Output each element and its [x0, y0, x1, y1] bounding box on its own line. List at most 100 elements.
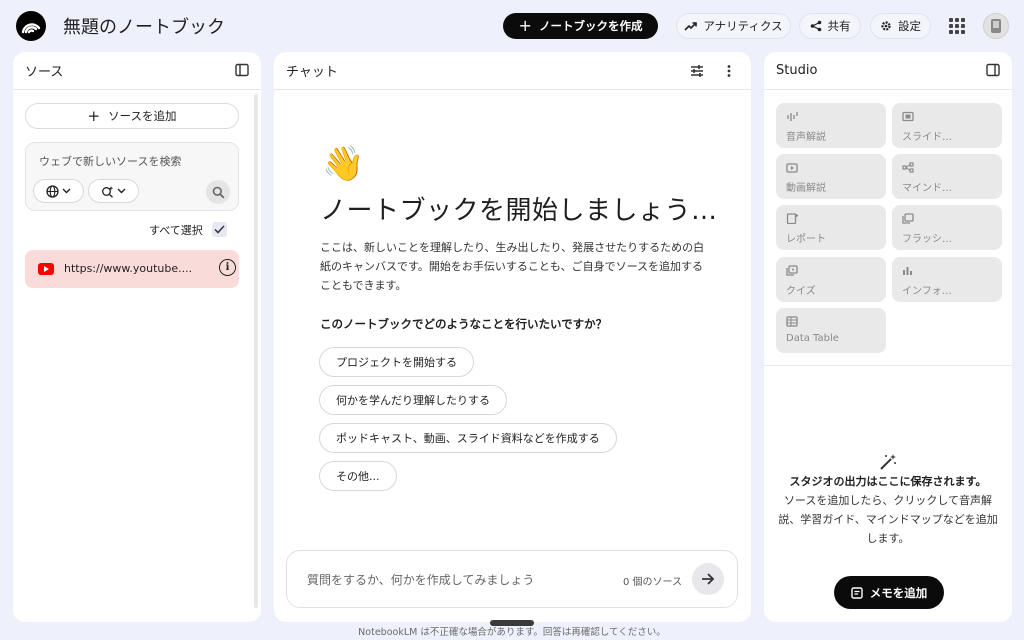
source-search-box[interactable]: ウェブで新しいソースを検索 — [25, 142, 239, 211]
tile-label: マインド… — [902, 183, 952, 194]
video-icon — [786, 163, 798, 173]
arrow-right-icon — [702, 573, 715, 585]
suggestion-chip[interactable]: その他... — [319, 461, 397, 491]
youtube-icon — [38, 263, 54, 275]
share-button[interactable]: 共有 — [799, 13, 861, 39]
checkmark-icon — [214, 225, 225, 234]
suggestion-chip[interactable]: ポッドキャスト、動画、スライド資料などを作成する — [319, 423, 617, 453]
select-all-checkbox[interactable] — [212, 222, 227, 237]
mindmap-tile[interactable]: マインド… — [892, 154, 1002, 199]
sources-header: ソース — [13, 52, 261, 90]
more-vert-icon[interactable] — [727, 64, 731, 78]
studio-empty-title: スタジオの出力はここに保存されます。 — [789, 475, 987, 488]
analytics-button[interactable]: アナリティクス — [676, 13, 791, 39]
add-source-label: ソースを追加 — [108, 109, 177, 123]
chat-header: チャット — [274, 52, 751, 90]
chevron-down-icon — [117, 188, 126, 194]
mindmap-icon — [902, 162, 914, 173]
studio-header: Studio — [764, 52, 1012, 90]
video-overview-tile[interactable]: 動画解説 — [776, 154, 886, 199]
report-icon — [786, 213, 798, 224]
tile-label: クイズ — [786, 286, 816, 297]
sources-panel: ソース + ソースを追加 ウェブで新しいソースを検索 すべて選択 https:/… — [13, 52, 261, 622]
collapse-panel-icon[interactable] — [235, 63, 249, 77]
disclaimer-text: NotebookLM は不正確な場合があります。回答は再確認してください。 — [358, 627, 666, 638]
suggestion-chip[interactable]: 何かを学んだり理解したりする — [319, 385, 507, 415]
tile-label: スライド… — [902, 132, 952, 143]
audio-waveform-icon — [787, 112, 798, 121]
search-submit-button[interactable] — [206, 180, 230, 204]
chat-input[interactable]: 質問をするか、何かを作成してみましょう — [307, 571, 534, 588]
slides-icon — [902, 111, 914, 122]
flashcards-icon — [902, 213, 914, 224]
note-icon — [851, 586, 863, 599]
source-item-url: https://www.youtube.... — [64, 262, 193, 275]
sources-title: ソース — [25, 65, 64, 80]
infographic-tile[interactable]: インフォ… — [892, 257, 1002, 302]
collapse-panel-icon[interactable] — [986, 63, 1000, 77]
tile-label: インフォ… — [902, 286, 952, 297]
tile-label: フラッシ… — [902, 234, 952, 245]
magic-wand-icon — [880, 454, 896, 470]
source-count: 0 個のソース — [623, 577, 683, 588]
suggestion-chip[interactable]: プロジェクトを開始する — [319, 347, 474, 377]
share-label: 共有 — [827, 19, 851, 33]
share-icon — [810, 20, 821, 32]
studio-empty-desc: ソースを追加したら、クリックして音声解説、学習ガイド、マインドマップなどを追加し… — [778, 494, 998, 545]
chevron-down-icon — [62, 188, 71, 194]
account-icon — [991, 19, 1001, 33]
table-icon — [786, 316, 798, 327]
search-icon — [212, 186, 224, 198]
studio-panel: Studio 音声解説 スライド… 動画解説 マインド… レポート フラッシ… … — [764, 52, 1012, 622]
info-icon[interactable]: i — [219, 259, 236, 276]
globe-icon — [46, 184, 59, 198]
infographic-icon — [903, 267, 912, 275]
tile-label: Data Table — [786, 333, 839, 344]
source-search-input[interactable]: ウェブで新しいソースを検索 — [39, 153, 181, 169]
tile-label: 音声解説 — [786, 132, 826, 143]
studio-empty-message: スタジオの出力はここに保存されます。 ソースを追加したら、クリックして音声解説、… — [774, 472, 1002, 548]
audio-overview-tile[interactable]: 音声解説 — [776, 103, 886, 148]
settings-label: 設定 — [898, 19, 921, 33]
top-bar: 無題のノートブック + ノートブックを作成 アナリティクス 共有 設定 — [0, 0, 1024, 52]
avatar[interactable] — [983, 13, 1009, 39]
chat-title: チャット — [286, 65, 338, 80]
tune-icon[interactable] — [690, 64, 704, 78]
flashcards-tile[interactable]: フラッシ… — [892, 205, 1002, 250]
chat-question: このノートブックでどのようなことを行いたいですか？ — [320, 317, 608, 331]
source-item[interactable]: https://www.youtube.... i — [25, 250, 239, 288]
web-source-selector[interactable] — [33, 179, 84, 203]
settings-button[interactable]: 設定 — [870, 13, 931, 39]
sources-scrollbar[interactable] — [254, 94, 258, 608]
studio-title: Studio — [776, 63, 818, 78]
sparkle-search-icon — [102, 185, 114, 198]
tile-label: レポート — [786, 234, 826, 245]
add-source-button[interactable]: + ソースを追加 — [25, 103, 239, 129]
notebooklm-logo-icon[interactable] — [16, 11, 46, 41]
chat-heading: ノートブックを開始しましょう… — [320, 196, 718, 226]
analytics-label: アナリティクス — [703, 19, 783, 33]
trending-up-icon — [684, 22, 698, 31]
create-notebook-button[interactable]: + ノートブックを作成 — [503, 13, 658, 39]
report-tile[interactable]: レポート — [776, 205, 886, 250]
tile-label: 動画解説 — [786, 183, 826, 194]
slides-tile[interactable]: スライド… — [892, 103, 1002, 148]
data-table-tile[interactable]: Data Table — [776, 308, 886, 353]
quiz-tile[interactable]: クイズ — [776, 257, 886, 302]
chat-input-box[interactable]: 質問をするか、何かを作成してみましょう 0 個のソース — [286, 550, 738, 608]
apps-grid-icon[interactable] — [949, 18, 965, 34]
send-button[interactable] — [692, 563, 724, 595]
plus-icon: + — [87, 106, 101, 125]
chat-description: ここは、新しいことを理解したり、生み出したり、発展させたりするための白紙のキャン… — [320, 241, 705, 292]
studio-divider — [764, 365, 1012, 366]
notebook-title[interactable]: 無題のノートブック — [63, 13, 225, 39]
drag-handle[interactable] — [490, 620, 534, 626]
plus-icon: + — [518, 16, 532, 35]
chat-panel: チャット 👋 ノートブックを開始しましょう… ここは、新しいことを理解したり、生… — [274, 52, 751, 622]
gear-icon — [881, 21, 891, 31]
waving-hand-icon: 👋 — [322, 144, 365, 184]
research-mode-selector[interactable] — [88, 179, 139, 203]
add-note-label: メモを追加 — [869, 585, 928, 600]
add-note-button[interactable]: メモを追加 — [834, 576, 944, 609]
create-notebook-label: ノートブックを作成 — [538, 19, 643, 33]
